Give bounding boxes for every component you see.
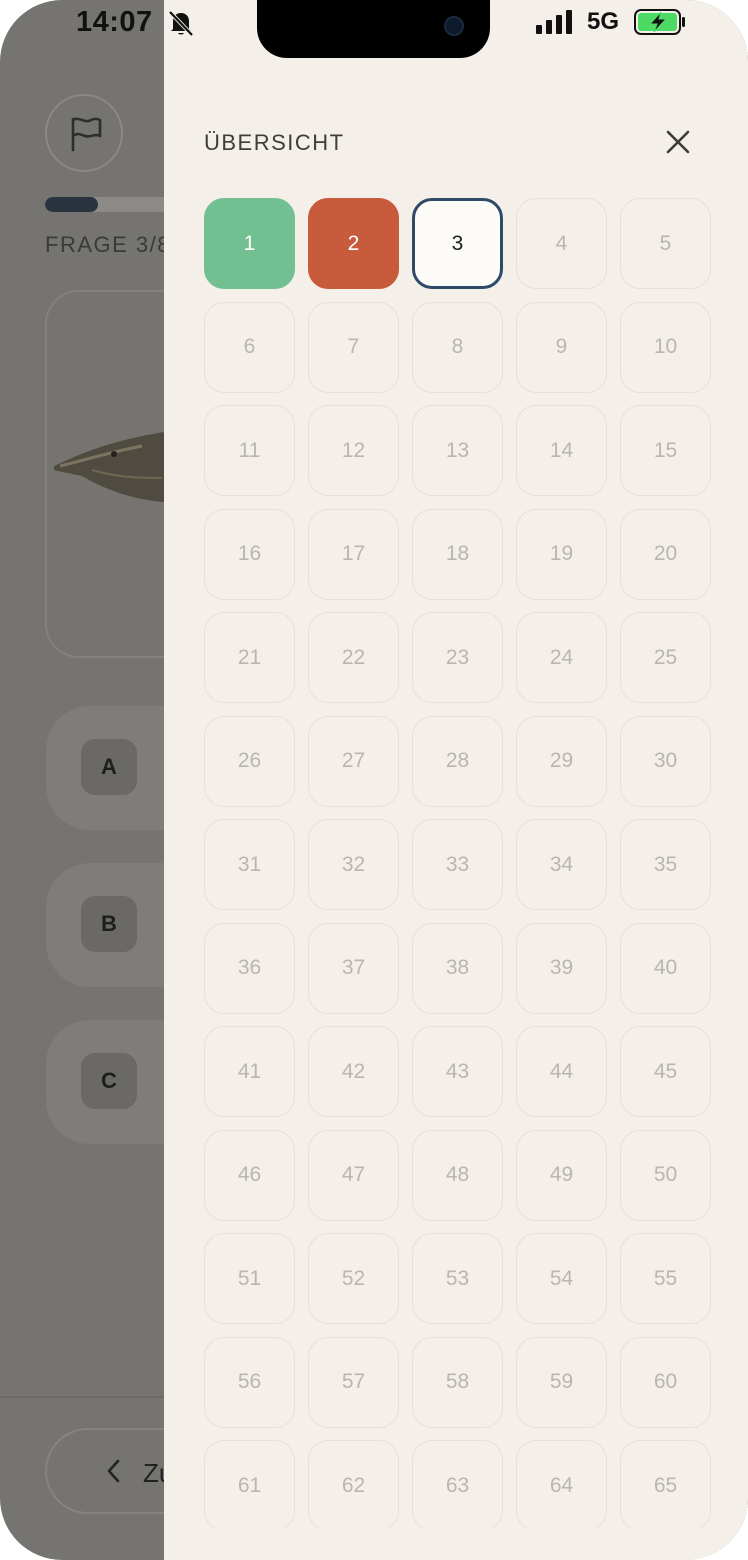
question-cell-4[interactable]: 4 [516, 198, 607, 289]
question-cell-24[interactable]: 24 [516, 612, 607, 703]
flag-button[interactable] [45, 94, 123, 172]
question-cell-5[interactable]: 5 [620, 198, 711, 289]
answer-letter: B [81, 896, 137, 952]
question-cell-61[interactable]: 61 [204, 1440, 295, 1531]
camera-icon [444, 16, 464, 36]
question-cell-54[interactable]: 54 [516, 1233, 607, 1324]
question-cell-65[interactable]: 65 [620, 1440, 711, 1531]
question-cell-53[interactable]: 53 [412, 1233, 503, 1324]
question-cell-23[interactable]: 23 [412, 612, 503, 703]
question-cell-7[interactable]: 7 [308, 301, 399, 393]
question-cell-55[interactable]: 55 [620, 1233, 711, 1324]
question-cell-60[interactable]: 60 [620, 1336, 711, 1428]
answer-letter: A [81, 739, 137, 795]
question-cell-44[interactable]: 44 [516, 1026, 607, 1117]
question-cell-19[interactable]: 19 [516, 508, 607, 600]
question-cell-63[interactable]: 63 [412, 1440, 503, 1531]
question-cell-46[interactable]: 46 [204, 1129, 295, 1221]
question-cell-13[interactable]: 13 [412, 405, 503, 496]
overview-drawer: ÜBERSICHT 1 2 3 4 5 6 7 8 9 10 11 12 13 14 15 16 17 18 19 2… [164, 0, 748, 1560]
question-cell-33[interactable]: 33 [412, 819, 503, 910]
network-type: 5G [587, 8, 620, 35]
question-cell-40[interactable]: 40 [620, 922, 711, 1014]
question-cell-10[interactable]: 10 [620, 301, 711, 393]
question-cell-59[interactable]: 59 [516, 1336, 607, 1428]
question-cell-56[interactable]: 56 [204, 1336, 295, 1428]
question-cell-27[interactable]: 27 [308, 715, 399, 807]
bell-muted-icon [168, 10, 194, 37]
question-cell-31[interactable]: 31 [204, 819, 295, 910]
flag-icon [71, 117, 102, 152]
question-cell-51[interactable]: 51 [204, 1233, 295, 1324]
question-cell-57[interactable]: 57 [308, 1336, 399, 1428]
question-cell-38[interactable]: 38 [412, 922, 503, 1014]
question-cell-49[interactable]: 49 [516, 1129, 607, 1221]
status-time: 14:07 [76, 6, 153, 38]
question-cell-26[interactable]: 26 [204, 715, 295, 807]
battery-charging-icon [634, 9, 685, 35]
question-cell-12[interactable]: 12 [308, 405, 399, 496]
question-cell-14[interactable]: 14 [516, 405, 607, 496]
question-cell-34[interactable]: 34 [516, 819, 607, 910]
question-cell-35[interactable]: 35 [620, 819, 711, 910]
question-cell-48[interactable]: 48 [412, 1129, 503, 1221]
question-cell-25[interactable]: 25 [620, 612, 711, 703]
question-cell-18[interactable]: 18 [412, 508, 503, 600]
question-cell-52[interactable]: 52 [308, 1233, 399, 1324]
chevron-left-icon [107, 1459, 120, 1483]
question-cell-15[interactable]: 15 [620, 405, 711, 496]
question-cell-42[interactable]: 42 [308, 1026, 399, 1117]
dynamic-island [257, 0, 490, 58]
question-cell-47[interactable]: 47 [308, 1129, 399, 1221]
question-cell-39[interactable]: 39 [516, 922, 607, 1014]
question-cell-36[interactable]: 36 [204, 922, 295, 1014]
question-cell-17[interactable]: 17 [308, 508, 399, 600]
question-cell-45[interactable]: 45 [620, 1026, 711, 1117]
question-cell-6[interactable]: 6 [204, 301, 295, 393]
pike-fish-image [54, 432, 164, 502]
question-cell-58[interactable]: 58 [412, 1336, 503, 1428]
drawer-bottom-fade [164, 1528, 748, 1560]
question-cell-22[interactable]: 22 [308, 612, 399, 703]
question-cell-30[interactable]: 30 [620, 715, 711, 807]
question-cell-43[interactable]: 43 [412, 1026, 503, 1117]
question-cell-32[interactable]: 32 [308, 819, 399, 910]
question-cell-11[interactable]: 11 [204, 405, 295, 496]
question-cell-37[interactable]: 37 [308, 922, 399, 1014]
question-cell-21[interactable]: 21 [204, 612, 295, 703]
signal-icon [536, 10, 576, 34]
question-cell-29[interactable]: 29 [516, 715, 607, 807]
answer-letter: C [81, 1053, 137, 1109]
close-icon[interactable] [660, 124, 696, 160]
question-cell-62[interactable]: 62 [308, 1440, 399, 1531]
phone-screen: FRAGE 3/8 A B C Zu ÜBERSICHT 1 2 3 4 5 6 7 8 9 10… [0, 0, 748, 1560]
question-cell-9[interactable]: 9 [516, 301, 607, 393]
question-cell-50[interactable]: 50 [620, 1129, 711, 1221]
question-cell-20[interactable]: 20 [620, 508, 711, 600]
question-cell-8[interactable]: 8 [412, 301, 503, 393]
overview-title: ÜBERSICHT [204, 130, 345, 155]
question-cell-1[interactable]: 1 [204, 198, 295, 289]
question-counter: FRAGE 3/8 [45, 232, 171, 257]
question-cell-28[interactable]: 28 [412, 715, 503, 807]
progress-fill [45, 197, 98, 212]
question-cell-16[interactable]: 16 [204, 508, 295, 600]
question-grid: 1 2 3 4 5 6 7 8 9 10 11 12 13 14 15 16 17 18 19 20 21 22 23 24 2… [204, 198, 711, 1531]
question-cell-41[interactable]: 41 [204, 1026, 295, 1117]
question-cell-3[interactable]: 3 [412, 198, 503, 289]
question-cell-64[interactable]: 64 [516, 1440, 607, 1531]
question-cell-2[interactable]: 2 [308, 198, 399, 289]
